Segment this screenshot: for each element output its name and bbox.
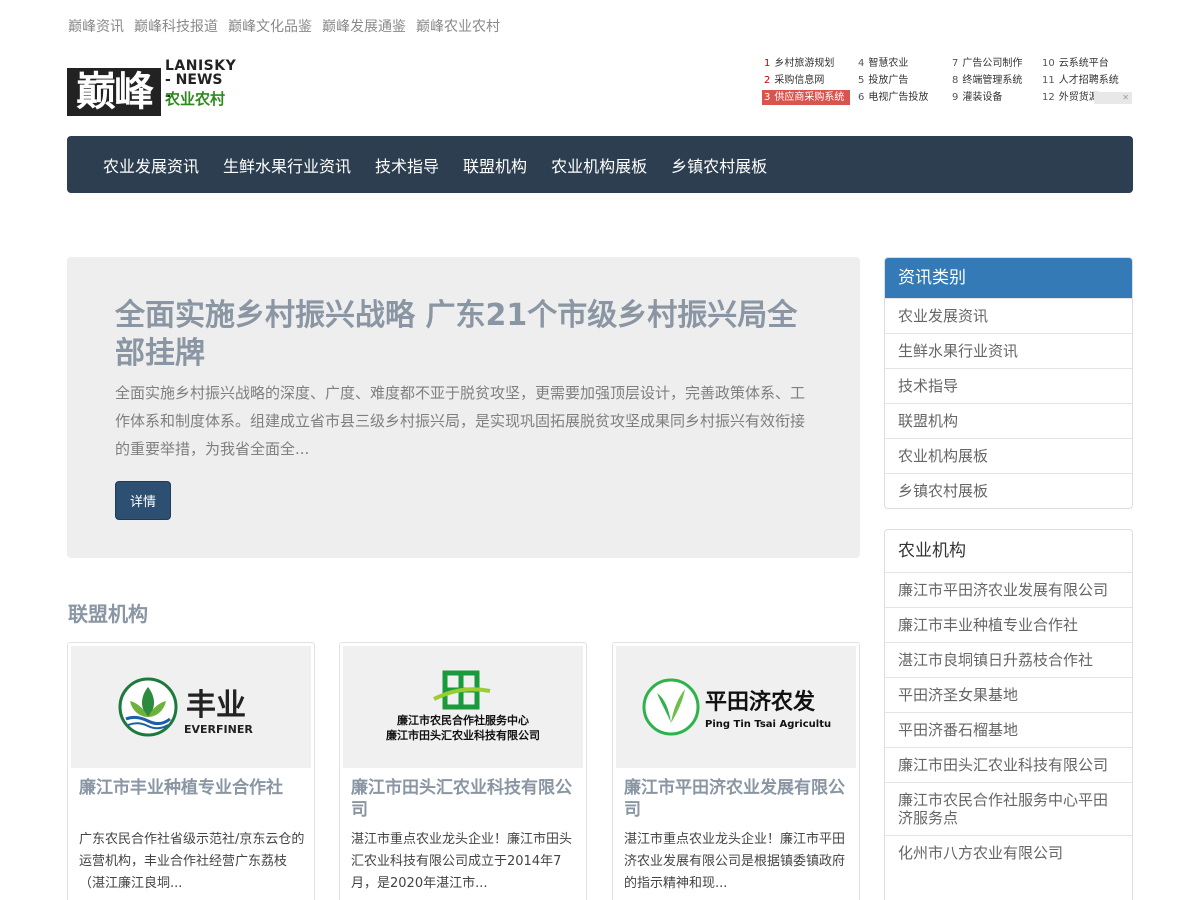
nav-item[interactable]: 乡镇农村展板 [671,153,767,177]
org-link[interactable]: 平田济番石榴基地 [885,712,1132,747]
main-nav: 农业发展资讯 生鲜水果行业资讯 技术指导 联盟机构 农业机构展板 乡镇农村展板 [67,136,1133,193]
pingtianji-logo-icon: 平田济农发 Ping Tin Tsai Agriculture [642,678,831,736]
org-link[interactable]: 化州市八方农业有限公司 [885,835,1132,870]
org-card-title[interactable]: 廉江市丰业种植专业合作社 [79,777,307,799]
org-card[interactable]: 平田济农发 Ping Tin Tsai Agriculture 廉江市平田济农业… [612,642,860,900]
org-card-title[interactable]: 廉江市田头汇农业科技有限公司 [351,777,579,821]
org-link[interactable]: 廉江市平田济农业发展有限公司 [885,572,1132,607]
site-logo[interactable]: 巅峰 LANISKY - NEWS - 农业农村 [67,58,236,118]
fengye-logo-icon: 丰业 EVERFINER [118,677,253,737]
featured-summary: 全面实施乡村振兴战略的深度、广度、难度都不亚于脱贫攻坚，更需要加强顶层设计，完善… [115,384,806,458]
org-card[interactable]: 丰业 EVERFINER 廉江市丰业种植专业合作社 广东农民合作社省级示范社/京… [67,642,315,900]
top-link[interactable]: 巅峰科技报道 [134,16,218,36]
org-logo-image: 廉江市农民合作社服务中心 廉江市田头汇农业科技有限公司 [343,646,583,768]
org-logo-image: 丰业 EVERFINER [71,646,311,768]
logo-mark: 巅峰 [67,68,161,116]
ad-close-icon[interactable]: ✕ [1094,92,1132,104]
org-logo-image: 平田济农发 Ping Tin Tsai Agriculture [616,646,856,768]
card-logo-line1: 廉江市农民合作社服务中心 [397,713,529,727]
org-card-desc: 广东农民合作社省级示范社/京东云仓的运营机构，丰业合作社经营广东荔枝（湛江廉江良… [79,832,305,891]
logo-cn-text: 农业农村 [165,90,226,108]
org-link[interactable]: 平田济圣女果基地 [885,677,1132,712]
org-card-desc: 湛江市重点农业龙头企业！廉江市平田济农业发展有限公司是根据镇委镇政府的指示精神和… [624,832,846,891]
categories-panel: 资讯类别 农业发展资讯 生鲜水果行业资讯 技术指导 联盟机构 农业机构展板 乡镇… [884,257,1133,509]
categories-panel-title: 资讯类别 [885,258,1132,298]
hot-item[interactable]: 5 投放广告 [856,73,950,88]
nav-item[interactable]: 联盟机构 [463,153,527,177]
nav-item[interactable]: 农业机构展板 [551,153,647,177]
orgs-panel-title: 农业机构 [885,530,1132,572]
org-link[interactable]: 廉江市农民合作社服务中心平田济服务点 [885,782,1132,835]
card-logo-cn: 平田济农发 [705,689,816,715]
org-link[interactable]: 廉江市丰业种植专业合作社 [885,607,1132,642]
card-logo-en: EVERFINER [184,723,253,736]
top-link[interactable]: 巅峰发展通鉴 [322,16,406,36]
hot-item-active[interactable]: 3 供应商采购系统 [762,90,850,105]
hot-item[interactable]: 10 云系统平台 [1040,56,1134,71]
org-card[interactable]: 廉江市农民合作社服务中心 廉江市田头汇农业科技有限公司 廉江市田头汇农业科技有限… [339,642,587,900]
hot-item[interactable]: 11 人才招聘系统 [1040,73,1134,88]
org-card-title[interactable]: 廉江市平田济农业发展有限公司 [624,777,852,821]
category-link[interactable]: 联盟机构 [885,403,1132,438]
hot-item[interactable]: 4 智慧农业 [856,56,950,71]
section-title: 联盟机构 [68,602,148,626]
category-link[interactable]: 农业发展资讯 [885,298,1132,333]
category-link[interactable]: 生鲜水果行业资讯 [885,333,1132,368]
hot-keywords-list: 1 乡村旅游规划 4 智慧农业 7 广告公司制作 10 云系统平台 2 采购信息网 5 投放… [762,56,1134,105]
hot-item[interactable]: 1 乡村旅游规划 [762,56,856,71]
tiantouhui-logo-icon: 廉江市农民合作社服务中心 廉江市田头汇农业科技有限公司 [386,670,540,742]
card-logo-cn: 丰业 [186,688,246,723]
card-logo-line2: 廉江市田头汇农业科技有限公司 [386,728,540,742]
featured-article: 全面实施乡村振兴战略 广东21个市级乡村振兴局全部挂牌 全面实施乡村振兴战略的深… [67,257,860,558]
featured-title[interactable]: 全面实施乡村振兴战略 广东21个市级乡村振兴局全部挂牌 [115,297,812,373]
details-button[interactable]: 详情 [115,481,172,520]
card-logo-en: Ping Tin Tsai Agriculture [705,719,831,730]
hot-item[interactable]: 9 灌装设备 [950,90,1040,105]
nav-item[interactable]: 技术指导 [375,153,439,177]
top-link[interactable]: 巅峰农业农村 [416,16,500,36]
hot-item[interactable]: 8 终端管理系统 [950,73,1040,88]
hot-item[interactable]: 2 采购信息网 [762,73,856,88]
org-link[interactable]: 湛江市良垌镇日升荔枝合作社 [885,642,1132,677]
top-link[interactable]: 巅峰文化品鉴 [228,16,312,36]
nav-item[interactable]: 农业发展资讯 [103,153,199,177]
nav-item[interactable]: 生鲜水果行业资讯 [223,153,351,177]
top-links: 巅峰资讯 巅峰科技报道 巅峰文化品鉴 巅峰发展通鉴 巅峰农业农村 [68,16,500,36]
category-link[interactable]: 农业机构展板 [885,438,1132,473]
category-link[interactable]: 乡镇农村展板 [885,473,1132,508]
top-link[interactable]: 巅峰资讯 [68,16,124,36]
hot-item[interactable]: 7 广告公司制作 [950,56,1040,71]
org-link[interactable]: 廉江市田头汇农业科技有限公司 [885,747,1132,782]
category-link[interactable]: 技术指导 [885,368,1132,403]
org-card-desc: 湛江市重点农业龙头企业！廉江市田头汇农业科技有限公司成立于2014年7月，是20… [351,832,573,891]
orgs-panel: 农业机构 廉江市平田济农业发展有限公司 廉江市丰业种植专业合作社 湛江市良垌镇日… [884,529,1133,900]
hot-item[interactable]: 6 电视广告投放 [856,90,950,105]
